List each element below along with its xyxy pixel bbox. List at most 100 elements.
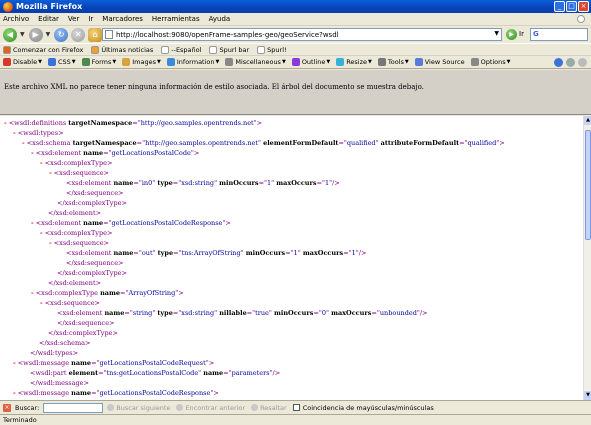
xml-line: - <wsdl:message name="getLocationsPostalC… (13, 359, 215, 367)
xml-line: </wsdl:types> (30, 349, 79, 357)
forward-button[interactable]: ▶ (28, 27, 43, 42)
devbar-icon (166, 58, 175, 66)
collapse-toggle-icon[interactable]: - (31, 219, 34, 227)
collapse-toggle-icon[interactable]: - (4, 119, 7, 127)
bookmark-label: --Español (171, 45, 202, 54)
menu-archivo[interactable]: Archivo (3, 15, 29, 23)
devbar-menu-item[interactable]: CSS ▼ (47, 58, 76, 66)
css-status-icon[interactable] (554, 58, 563, 67)
scrollbar-thumb[interactable] (585, 130, 591, 240)
stop-button[interactable]: ✕ (71, 27, 86, 42)
devbar-menu-item[interactable]: Forms ▼ (81, 58, 117, 66)
dropdown-arrow-icon: ▼ (281, 59, 286, 65)
xml-line: </xsd:element> (48, 209, 102, 217)
match-case-checkbox[interactable] (292, 404, 300, 411)
devbar-icon (377, 58, 386, 66)
devbar-icon (3, 58, 11, 66)
collapse-toggle-icon[interactable]: - (13, 129, 16, 137)
bookmark-item[interactable]: Últimas noticias (91, 45, 153, 54)
bookmark-item[interactable]: Comenzar con Firefox (3, 45, 83, 54)
menu-editar[interactable]: Editar (38, 15, 59, 23)
xml-info-message: Este archivo XML no parece tener ninguna… (4, 83, 424, 91)
js-status-icon[interactable] (566, 58, 575, 67)
devbar-menu-item[interactable]: Options ▼ (470, 58, 511, 66)
menu-ayuda[interactable]: Ayuda (209, 15, 231, 23)
devbar-menu-item[interactable]: Information ▼ (166, 58, 220, 66)
bookmark-item[interactable]: Spurl bar (209, 45, 249, 54)
devbar-menu-item[interactable]: Miscellaneous ▼ (225, 58, 286, 66)
collapse-toggle-icon[interactable]: - (49, 169, 52, 177)
search-box[interactable]: G (530, 28, 588, 41)
xml-line: </xsd:sequence> (66, 259, 124, 267)
home-button[interactable]: ⌂ (88, 27, 103, 42)
go-button-label[interactable]: Ir (519, 30, 524, 38)
xml-line: </xsd:complexType> (57, 199, 127, 207)
dropdown-arrow-icon: ▼ (157, 59, 161, 65)
bookmark-item[interactable]: --Español (161, 45, 202, 54)
scroll-up-icon[interactable]: ▲ (584, 116, 591, 125)
status-bar: Terminado (0, 414, 591, 425)
minimize-button[interactable]: _ (554, 1, 565, 12)
scroll-down-icon[interactable]: ▼ (584, 391, 591, 400)
xml-line: <xsd:element name="string" type="xsd:str… (57, 309, 428, 317)
collapse-toggle-icon[interactable]: - (13, 359, 16, 367)
url-dropdown-icon[interactable]: ▼ (494, 30, 499, 37)
menu-marcadores[interactable]: Marcadores (102, 15, 143, 23)
devbar-label: Forms (91, 58, 112, 66)
devbar-label: Disable (13, 58, 38, 66)
collapse-toggle-icon[interactable]: - (40, 299, 43, 307)
xml-line: </xsd:sequence> (57, 319, 115, 327)
devbar-menu-item[interactable]: Images ▼ (122, 58, 161, 66)
dropdown-arrow-icon: ▼ (112, 59, 117, 65)
devbar-menu-item[interactable]: View Source (414, 58, 465, 66)
back-button[interactable]: ◀ (3, 27, 17, 42)
maximize-button[interactable]: □ (566, 1, 577, 12)
back-dropdown-icon[interactable]: ▼ (20, 31, 25, 38)
xml-line: - <xsd:sequence> (49, 239, 109, 247)
xml-line: - <wsdl:types> (13, 129, 64, 137)
close-button[interactable]: × (578, 1, 589, 12)
bookmark-icon (3, 45, 11, 54)
devbar-menu-item[interactable]: Outline ▼ (291, 58, 331, 66)
collapse-toggle-icon[interactable]: - (13, 389, 16, 397)
dropdown-arrow-icon: ▼ (326, 59, 331, 65)
bookmark-item[interactable]: Spurl! (257, 45, 287, 54)
render-mode-icon[interactable] (578, 58, 587, 67)
address-bar[interactable]: ▼ (102, 28, 502, 41)
devbar-menu-item[interactable]: Disable ▼ (3, 58, 42, 66)
devbar-icon (470, 58, 479, 66)
find-next-icon (107, 404, 115, 411)
xml-info-banner: Este archivo XML no parece tener ninguna… (0, 70, 591, 115)
go-icon[interactable]: ▶ (506, 29, 517, 40)
devbar-icon (336, 58, 345, 66)
menu-ir[interactable]: Ir (88, 15, 93, 23)
devbar-label: Tools (387, 58, 404, 66)
forward-dropdown-icon[interactable]: ▼ (46, 31, 51, 38)
devbar-menu-item[interactable]: Tools ▼ (377, 58, 409, 66)
find-next-button[interactable]: Buscar siguiente (107, 404, 170, 412)
collapse-toggle-icon[interactable]: - (40, 159, 43, 167)
reload-button[interactable]: ↻ (54, 27, 69, 42)
dropdown-arrow-icon: ▼ (215, 59, 220, 65)
title-bar: Mozilla Firefox _ □ × (0, 0, 591, 13)
collapse-toggle-icon[interactable]: - (31, 289, 34, 297)
collapse-toggle-icon[interactable]: - (31, 149, 34, 157)
find-input[interactable] (43, 402, 104, 413)
highlight-button[interactable]: Resaltar (251, 404, 287, 412)
collapse-toggle-icon[interactable]: - (22, 139, 25, 147)
close-findbar-icon[interactable]: × (3, 403, 11, 412)
url-input[interactable] (116, 30, 486, 39)
find-prev-button[interactable]: Encontrar anterior (176, 404, 245, 412)
collapse-toggle-icon[interactable]: - (40, 229, 43, 237)
collapse-toggle-icon[interactable]: - (49, 239, 52, 247)
status-text: Terminado (3, 416, 37, 424)
devbar-menu-item[interactable]: Resize ▼ (336, 58, 372, 66)
find-prev-icon (176, 404, 184, 411)
devbar-label: Information (176, 58, 215, 66)
bookmarks-toolbar: Comenzar con Firefox Últimas noticias --Es… (0, 43, 591, 55)
devbar-label: Images (132, 58, 157, 66)
xml-line: <xsd:element name="out" type="tns:ArrayO… (66, 249, 367, 257)
menu-herramientas[interactable]: Herramientas (152, 15, 200, 23)
vertical-scrollbar[interactable]: ▲ ▼ (583, 116, 591, 400)
menu-ver[interactable]: Ver (68, 15, 79, 23)
